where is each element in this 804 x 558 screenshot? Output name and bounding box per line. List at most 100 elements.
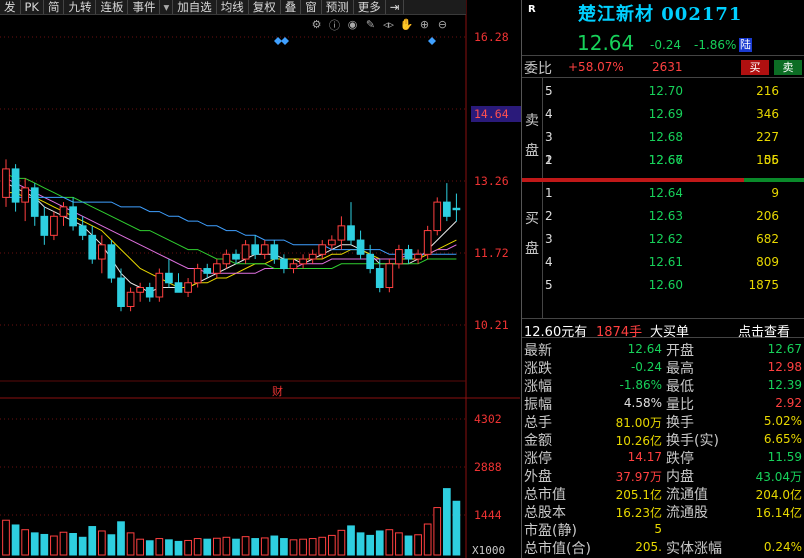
bid-row[interactable]: 2 12.63 206 <box>543 205 804 227</box>
volume-bar <box>107 534 116 556</box>
ask-side-label: 卖 盘 <box>525 106 541 166</box>
toolbar-item[interactable]: ▾ <box>160 0 174 14</box>
candle-body <box>452 207 461 211</box>
volume-bar <box>251 538 260 556</box>
stat-row: 总手 81.00万 换手 5.02% <box>522 412 804 431</box>
volume-bar <box>366 534 375 556</box>
volume-bar <box>241 536 250 556</box>
volume-bar <box>78 536 87 556</box>
price-axis-label: 10.21 <box>474 318 509 332</box>
toolbar-item[interactable]: 叠 <box>281 0 302 14</box>
ask-row[interactable]: 5 12.70 216 <box>543 80 804 102</box>
candle-body <box>184 282 192 293</box>
candle-body <box>155 272 164 298</box>
candle-body <box>395 249 403 265</box>
stat-row: 市盈(静) 5 <box>522 520 804 539</box>
toolbar-item[interactable]: 预测 <box>322 0 354 14</box>
candle-body <box>251 244 260 255</box>
volume-bar <box>40 533 49 556</box>
volume-bar <box>385 529 394 556</box>
ask-level: 3 <box>545 130 553 144</box>
bid-row[interactable]: 3 12.62 682 <box>543 228 804 250</box>
stat-label: 流通值 <box>666 487 708 503</box>
stat-label: 开盘 <box>666 343 694 359</box>
ask-row[interactable]: 4 12.69 346 <box>543 103 804 125</box>
toolbar-item[interactable]: 加自选 <box>173 0 217 14</box>
price-axis-label: 16.28 <box>474 30 509 44</box>
ask-row[interactable]: 1 12.66 55 <box>543 153 804 178</box>
volume-bar <box>155 538 164 556</box>
stat-value: 43.04万 <box>755 470 802 484</box>
zoom-in-icon[interactable]: ⊕ <box>418 18 431 31</box>
zoom-out-icon[interactable]: ⊖ <box>436 18 449 31</box>
volume-bar <box>289 539 298 556</box>
hand-icon[interactable]: ✋ <box>400 18 414 31</box>
stat-label: 外盘 <box>524 469 552 485</box>
volume-bar <box>337 529 346 556</box>
bid-qty: 682 <box>756 232 779 246</box>
stat-label: 量比 <box>666 397 694 413</box>
toolbar-item[interactable]: 复权 <box>249 0 281 14</box>
ask-level: 4 <box>545 107 553 121</box>
stat-label: 总市值(合) <box>524 541 591 557</box>
stat-value: 10.26亿 <box>615 434 662 448</box>
kline-chart[interactable] <box>0 0 520 558</box>
sell-button[interactable]: 卖 <box>774 60 802 75</box>
ask-price: 12.70 <box>648 84 683 98</box>
bid-side-char: 盘 <box>525 241 539 257</box>
financial-event-marker[interactable]: 财 <box>272 383 283 399</box>
settings-icon[interactable]: ⚙ <box>310 18 323 31</box>
volume-bar <box>184 539 192 556</box>
stat-value: 81.00万 <box>615 416 662 430</box>
candle-body <box>270 244 279 260</box>
chart-toolbar: 发 PK 简九转 连板 事件 ▾ 加自选 均线 复权叠窗预测 更多 ⇥ <box>0 0 466 15</box>
stat-value: 205. <box>635 540 662 554</box>
toolbar-item[interactable]: PK <box>21 0 44 14</box>
market-badge: 陆 <box>739 38 752 52</box>
stat-value: 37.97万 <box>615 470 662 484</box>
event-diamond-icon <box>274 37 282 45</box>
quote-stats: 最新 12.64 开盘 12.67 涨跌 -0.24 最高 12.98 涨幅 -1.86% 最低 12… <box>522 338 804 558</box>
ask-side-char: 卖 <box>525 113 539 129</box>
event-diamond-icon <box>428 37 436 45</box>
stat-value: 205.1亿 <box>615 488 662 502</box>
toolbar-item[interactable]: 均线 <box>217 0 249 14</box>
candle-body <box>289 263 298 270</box>
toolbar-item[interactable]: 连板 <box>96 0 129 14</box>
candle-body <box>50 215 58 236</box>
toolbar-item[interactable]: 简 <box>44 0 65 14</box>
volume-bar <box>318 536 327 556</box>
eye-icon[interactable]: ◉ <box>346 18 359 31</box>
ask-row[interactable]: 3 12.68 227 <box>543 126 804 148</box>
stat-row: 总市值 205.1亿 流通值 204.0亿 <box>522 484 804 503</box>
stat-row: 金额 10.26亿 换手(实) 6.65% <box>522 430 804 449</box>
order-book: 卖 盘 买 盘 5 12.70 216 4 12.69 346 3 12.68 … <box>522 78 804 318</box>
candle-body <box>299 258 307 265</box>
volume-bar <box>126 532 135 556</box>
stat-value: 4.58% <box>623 396 662 410</box>
stat-row: 外盘 37.97万 内盘 43.04万 <box>522 466 804 485</box>
toolbar-item[interactable]: 窗 <box>301 0 322 14</box>
chart-area[interactable]: 发 PK 简九转 连板 事件 ▾ 加自选 均线 复权叠窗预测 更多 ⇥ ⚙ ⓘ ◉ ✎ ◃▹ ✋ ⊕… <box>0 0 521 558</box>
bid-row[interactable]: 4 12.61 809 <box>543 251 804 273</box>
bid-row[interactable]: 5 12.60 1875 <box>543 274 804 296</box>
volume-bar <box>280 538 288 556</box>
toolbar-item[interactable]: 九转 <box>64 0 97 14</box>
toolbar-item[interactable]: 发 <box>0 0 21 14</box>
candle-body <box>2 168 10 198</box>
nav-arrows-icon[interactable]: ◃▹ <box>382 18 395 31</box>
volume-bar <box>59 531 68 556</box>
volume-bar <box>375 530 384 556</box>
draw-icon[interactable]: ✎ <box>364 18 377 31</box>
candle-body <box>222 253 231 265</box>
bid-row[interactable]: 1 12.64 9 <box>543 182 804 204</box>
buy-button[interactable]: 买 <box>741 60 769 75</box>
toolbar-item[interactable]: 更多 <box>354 0 386 14</box>
stock-code: 002171 <box>661 4 743 25</box>
info-icon[interactable]: ⓘ <box>328 18 341 32</box>
stat-value: 0.24% <box>763 540 802 554</box>
candle-body <box>97 244 106 260</box>
toolbar-item[interactable]: 事件 <box>128 0 161 14</box>
pin-icon[interactable]: ⇥ <box>386 0 405 14</box>
stat-value: 5.02% <box>763 414 802 428</box>
